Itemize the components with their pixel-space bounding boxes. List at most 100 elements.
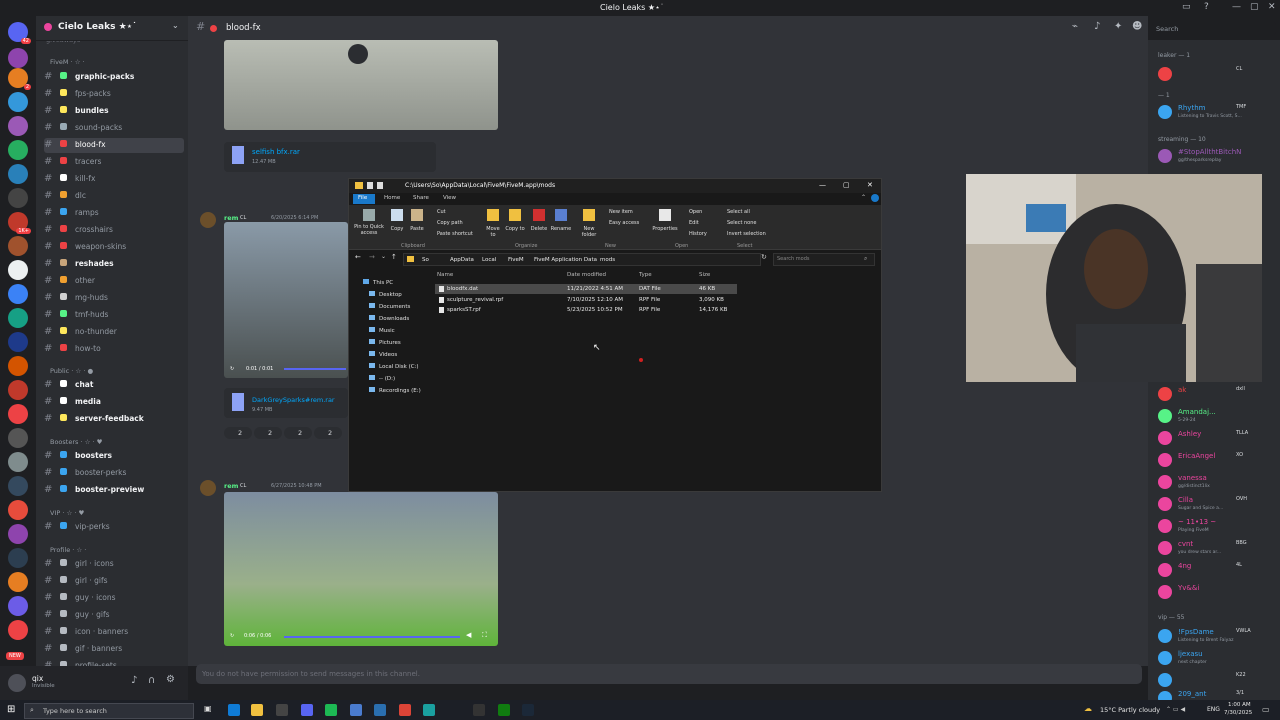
message-author[interactable]: rem	[224, 482, 238, 490]
xbox-icon[interactable]	[498, 704, 510, 716]
chevron-down-icon[interactable]: ⌄	[172, 21, 179, 30]
channel-item[interactable]: # kill-fx	[44, 172, 184, 187]
member-item[interactable]: vanessa gg/distinct1lix	[1158, 472, 1278, 492]
member-item[interactable]: ljexasu next chapter	[1158, 648, 1278, 668]
copy-path-button[interactable]: Copy path	[437, 220, 463, 226]
channel-item[interactable]: # how-to	[44, 342, 184, 357]
reaction-button[interactable]: 2	[254, 427, 282, 439]
member-item[interactable]: 4ng 4L	[1158, 560, 1278, 580]
cut-button[interactable]: Cut	[437, 209, 446, 215]
avatar[interactable]	[1158, 453, 1172, 467]
nav-item[interactable]: Downloads	[369, 315, 409, 322]
member-item[interactable]: K22	[1158, 670, 1278, 690]
app-icon[interactable]	[374, 704, 386, 716]
message-composer[interactable]: You do not have permission to send messa…	[196, 664, 1142, 684]
nav-item[interactable]: Local Disk (C:)	[369, 363, 419, 370]
server-icon[interactable]	[8, 308, 28, 328]
app-icon[interactable]	[350, 704, 362, 716]
video-progress[interactable]	[284, 368, 346, 370]
column-header-size[interactable]: Size	[699, 272, 710, 278]
minimize-button[interactable]: —	[819, 181, 826, 189]
chrome-icon[interactable]	[399, 704, 411, 716]
breadcrumb-item[interactable]: Local	[482, 257, 496, 263]
breadcrumb-item[interactable]: FiveM Application Data	[534, 257, 597, 263]
column-header-date[interactable]: Date modified	[567, 272, 606, 278]
member-item[interactable]: CL	[1158, 64, 1278, 84]
ribbon-collapse-icon[interactable]: ⌃	[861, 194, 866, 201]
back-arrow-icon[interactable]: ←	[355, 253, 361, 261]
column-header-name[interactable]: Name	[437, 272, 453, 278]
channel-item[interactable]: # blood-fx	[44, 138, 184, 153]
channel-item[interactable]: # crosshairs	[44, 223, 184, 238]
avatar[interactable]	[1158, 673, 1172, 687]
tab-home[interactable]: Home	[384, 195, 400, 201]
channel-item[interactable]: # booster-preview	[44, 483, 184, 498]
volume-icon[interactable]: ◀	[466, 631, 471, 639]
channel-item[interactable]: # vip-perks	[44, 520, 184, 535]
channel-item[interactable]: # ramps	[44, 206, 184, 221]
discord-icon[interactable]	[301, 704, 313, 716]
delete-button[interactable]: Delete	[527, 226, 551, 232]
server-icon[interactable]	[8, 260, 28, 280]
channel-item[interactable]: # bundles	[44, 104, 184, 119]
edit-button[interactable]: Edit	[689, 220, 699, 226]
rename-button[interactable]: Rename	[549, 226, 573, 232]
spotify-icon[interactable]	[325, 704, 337, 716]
easy-access-button[interactable]: Easy access	[609, 220, 639, 226]
move-to-button[interactable]: Move to	[483, 226, 503, 238]
server-icon[interactable]	[8, 188, 28, 208]
server-icon[interactable]	[8, 596, 28, 616]
microphone-icon[interactable]: ♪	[131, 675, 137, 686]
avatar[interactable]	[1158, 629, 1172, 643]
threads-icon[interactable]: ⌁	[1072, 21, 1078, 32]
server-icon[interactable]	[8, 572, 28, 592]
server-icon[interactable]	[8, 548, 28, 568]
pin-icon[interactable]: ✦	[1114, 21, 1122, 32]
file-attachment[interactable]: selfish bfx.rar 12.47 MB	[224, 142, 436, 172]
new-folder-button[interactable]: New folder	[577, 226, 601, 238]
nav-item[interactable]: Desktop	[369, 291, 402, 298]
headphones-icon[interactable]: ∩	[148, 675, 155, 686]
category-boosters[interactable]: Boosters · ☆ · ♥	[50, 438, 102, 446]
channel-item[interactable]: # sound-packs	[44, 121, 184, 136]
server-icon[interactable]	[8, 164, 28, 184]
server-icon[interactable]	[8, 500, 28, 520]
select-none-button[interactable]: Select none	[727, 220, 757, 226]
avatar[interactable]	[1158, 497, 1172, 511]
up-arrow-icon[interactable]: ↑	[391, 253, 397, 261]
windows-start-icon[interactable]: ⊞	[7, 704, 15, 715]
avatar[interactable]	[8, 674, 26, 692]
channel-item[interactable]: # server-feedback	[44, 412, 184, 427]
nav-item[interactable]: This PC	[363, 279, 393, 286]
server-icon[interactable]	[8, 92, 28, 112]
channel-item[interactable]: # weapon-skins	[44, 240, 184, 255]
channel-item[interactable]: # media	[44, 395, 184, 410]
channel-item[interactable]: # tmf-huds	[44, 308, 184, 323]
nav-item[interactable]: -- (D:)	[369, 375, 395, 382]
member-item[interactable]: Amandaj... 5-29-24	[1158, 406, 1278, 426]
member-item[interactable]: ~ 11•13 ~ Playing FiveM	[1158, 516, 1278, 536]
properties-button[interactable]: Properties	[647, 226, 683, 232]
open-button[interactable]: Open	[689, 209, 702, 215]
category-public[interactable]: Public · ☆ · ●	[50, 367, 93, 375]
breadcrumb-item[interactable]: mods	[600, 257, 615, 263]
channel-item[interactable]: # icon · banners	[44, 625, 184, 640]
replay-icon[interactable]: ↻	[230, 633, 234, 639]
avatar[interactable]	[1158, 563, 1172, 577]
member-item[interactable]: Yv&&i	[1158, 582, 1278, 602]
edge-icon[interactable]	[228, 704, 240, 716]
channel-item[interactable]: # reshades	[44, 257, 184, 272]
fullscreen-icon[interactable]: ⛶	[482, 631, 487, 640]
file-row[interactable]: sculpture_revival.rpf 7/10/2025 12:10 AM R…	[435, 295, 737, 305]
recent-locations-icon[interactable]: ⌄	[381, 253, 386, 260]
image-attachment[interactable]	[224, 40, 498, 130]
copy-button[interactable]: Copy	[387, 226, 407, 232]
channel-item[interactable]: # dlc	[44, 189, 184, 204]
member-list-icon[interactable]: ☻	[1132, 21, 1142, 32]
tab-share[interactable]: Share	[413, 195, 429, 201]
avatar[interactable]	[1158, 149, 1172, 163]
paste-button[interactable]: Paste	[407, 226, 427, 232]
replay-icon[interactable]: ↻	[230, 366, 234, 372]
notification-bell-icon[interactable]: ♪	[1094, 21, 1100, 32]
channel-item[interactable]: # graphic-packs	[44, 70, 184, 85]
